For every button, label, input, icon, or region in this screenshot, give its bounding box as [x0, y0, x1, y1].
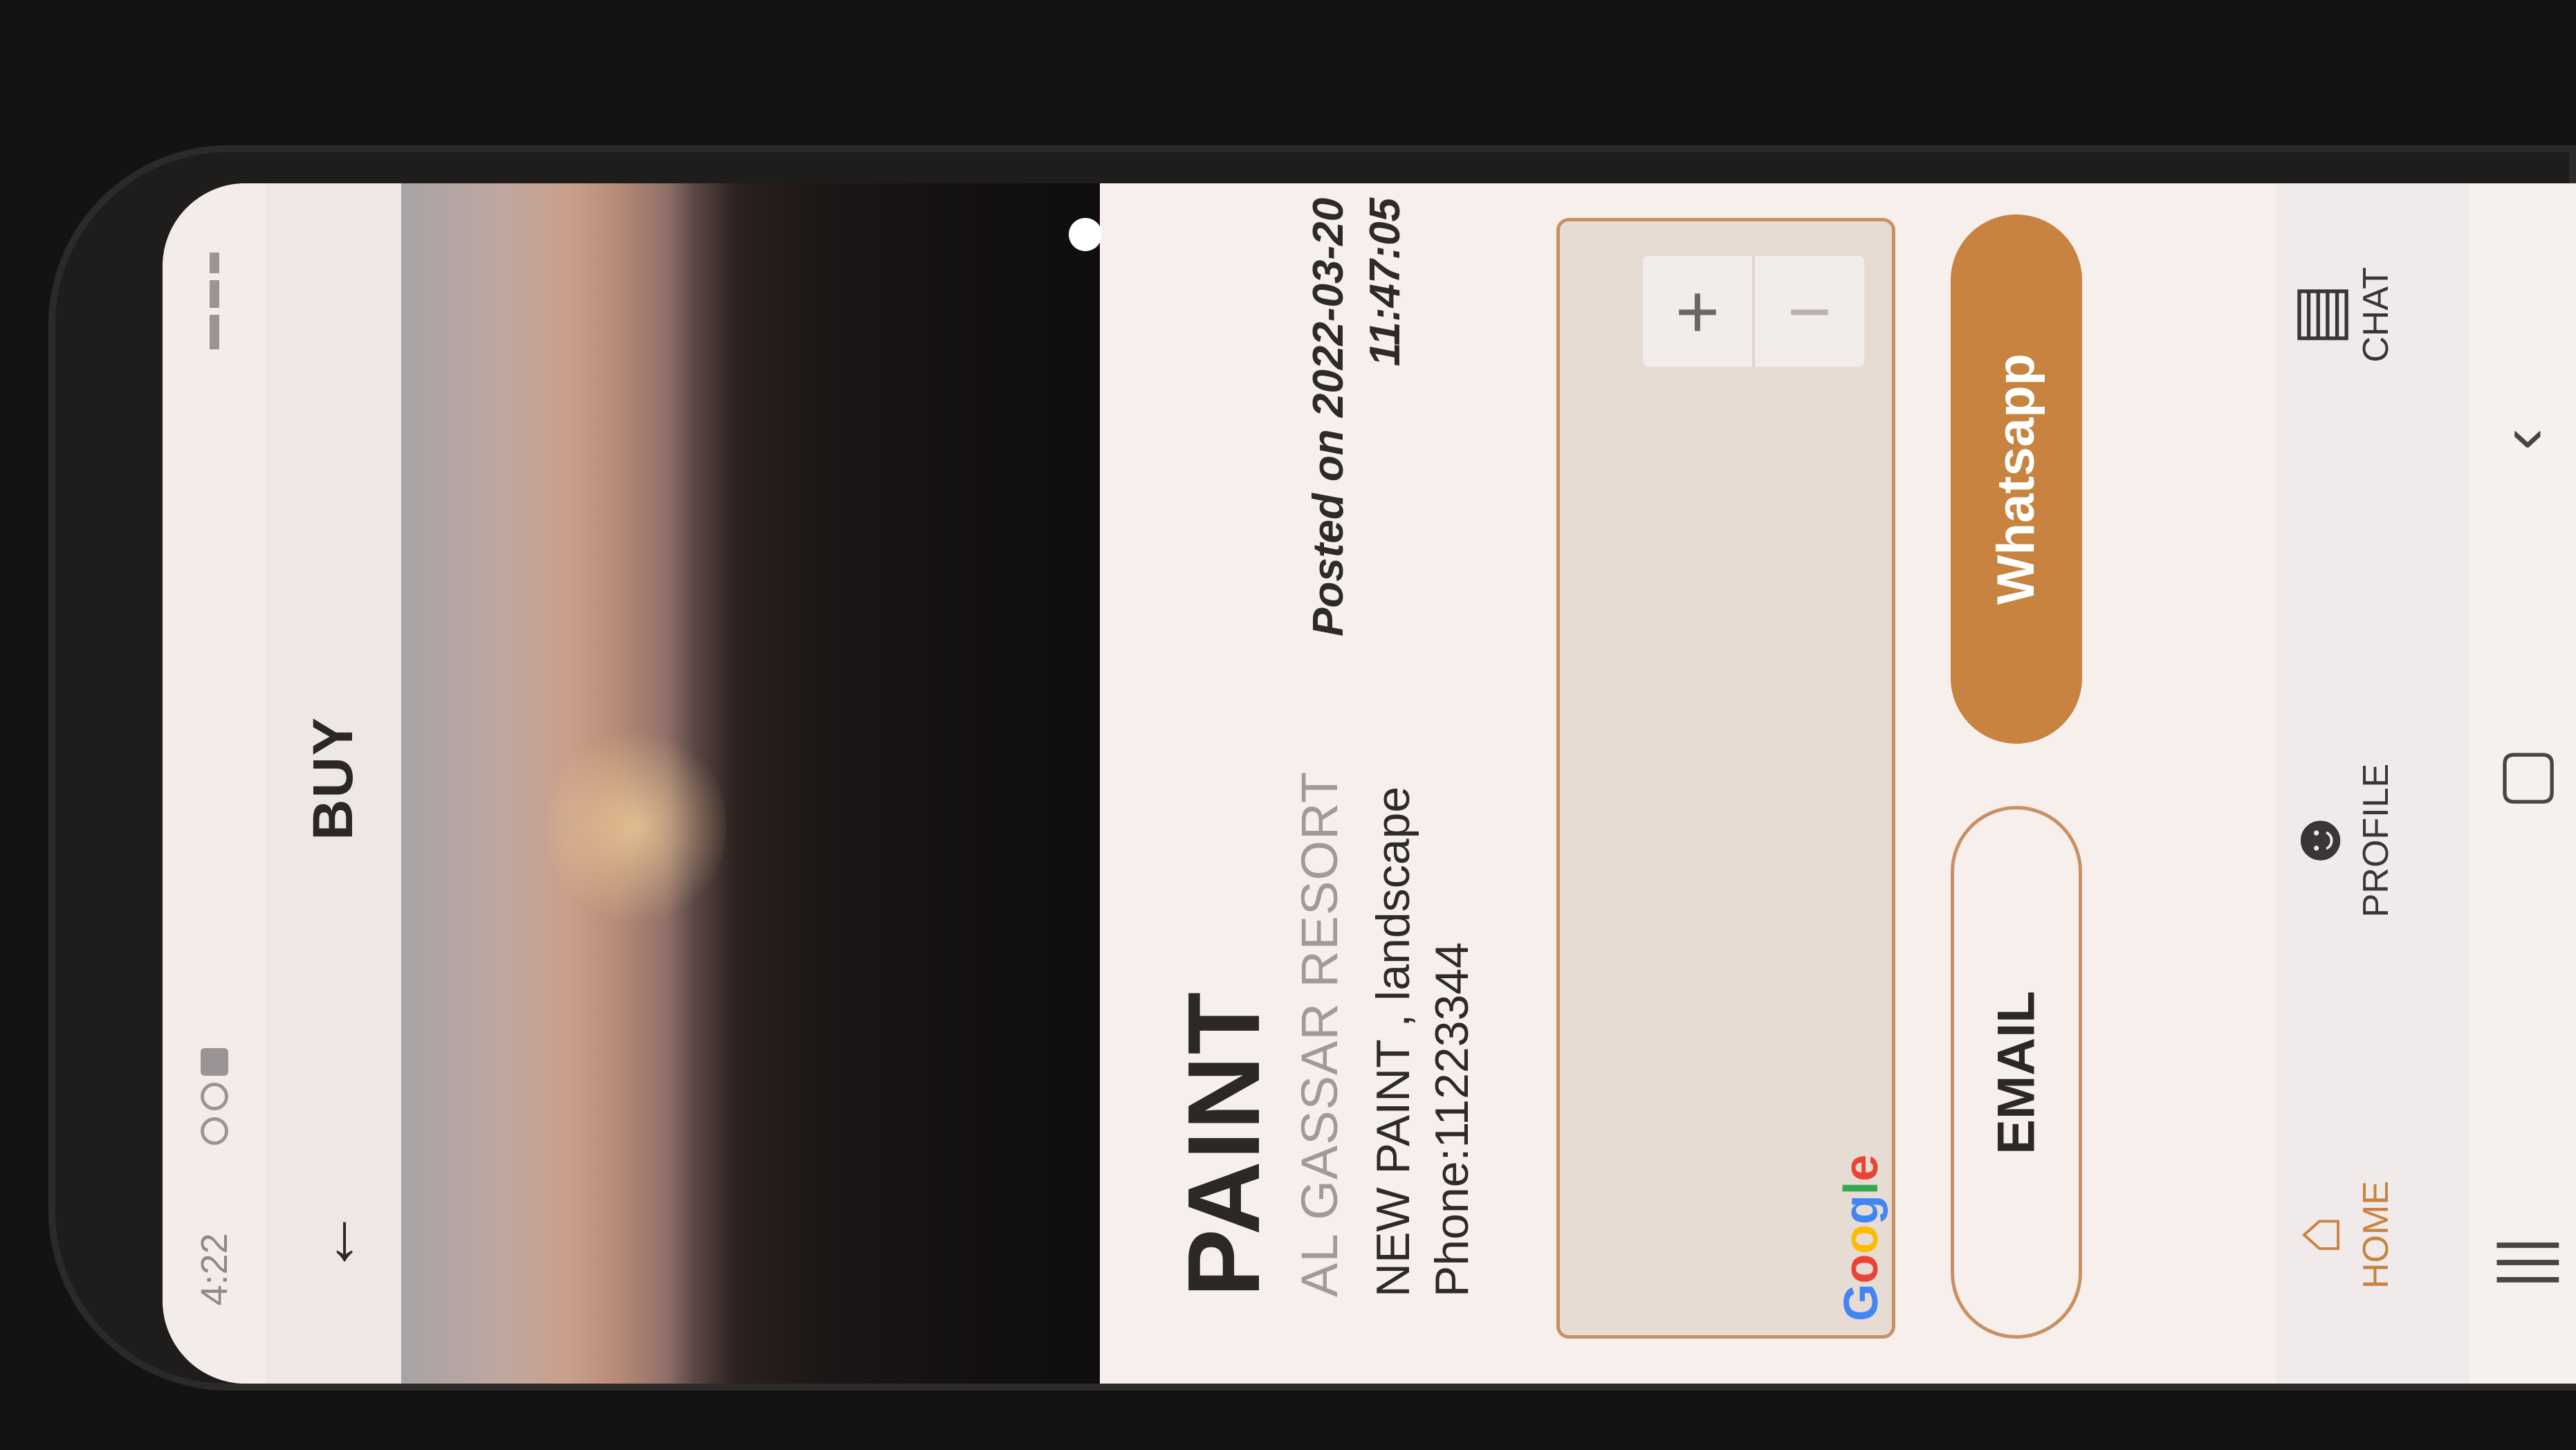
app-screen: 4:22 ← BUY PAINT AL GASSAR RESORT NEW PA…	[163, 183, 2576, 1384]
listing-title: PAINT	[1167, 990, 1281, 1297]
location-map[interactable]: + − Google	[1556, 218, 1895, 1339]
whatsapp-button-label: Whatsapp	[1987, 353, 2046, 605]
notification-icon	[201, 1117, 228, 1145]
nav-profile[interactable]: ☻ PROFILE	[2276, 709, 2469, 972]
pager-dot	[1069, 218, 1102, 251]
nav-home[interactable]: ⌂ HOME	[2276, 1103, 2469, 1366]
email-button-label: EMAIL	[1987, 990, 2046, 1155]
nav-chat-label: CHAT	[2356, 267, 2396, 362]
map-zoom-controls: + −	[1643, 256, 1864, 367]
google-logo: Google	[1834, 1154, 1888, 1321]
nav-profile-label: PROFILE	[2356, 763, 2396, 918]
listing-location: AL GASSAR RESORT	[1291, 771, 1348, 1297]
status-bar: 4:22	[163, 183, 266, 1384]
system-navigation: ||| ▢ ‹	[2469, 183, 2576, 1384]
signal-battery-icons	[194, 246, 235, 425]
posted-date: Posted on 2022-03-20 11:47:05	[1300, 198, 1414, 636]
listing-phone: Phone:11223344	[1426, 942, 1478, 1297]
page-title: BUY	[302, 716, 365, 841]
mail-icon	[201, 1048, 228, 1076]
notification-icon	[201, 1083, 228, 1110]
back-arrow-icon[interactable]: ←	[295, 1209, 371, 1275]
status-time: 4:22	[194, 1233, 235, 1306]
nav-home-label: HOME	[2356, 1181, 2396, 1289]
photo-sun	[546, 723, 726, 930]
email-button[interactable]: EMAIL	[1951, 806, 2082, 1339]
app-bar: ← BUY	[266, 183, 401, 1384]
listing-details: PAINT AL GASSAR RESORT NEW PAINT , lands…	[1100, 183, 2276, 1384]
whatsapp-button[interactable]: Whatsapp	[1951, 214, 2082, 744]
posted-time-line: 11:47:05	[1361, 197, 1409, 367]
listing-description: NEW PAINT , landscape	[1367, 786, 1419, 1297]
profile-icon: ☻	[2280, 805, 2354, 876]
chat-icon: ▤	[2281, 283, 2355, 347]
recent-apps-icon[interactable]: |||	[2485, 1237, 2561, 1289]
home-icon: ⌂	[2280, 1215, 2354, 1255]
zoom-out-button[interactable]: −	[1752, 256, 1864, 367]
bottom-navigation: ⌂ HOME ☻ PROFILE ▤ CHAT	[2276, 183, 2469, 1384]
home-circle-icon[interactable]: ▢	[2484, 747, 2561, 810]
posted-date-line: Posted on 2022-03-20	[1305, 197, 1352, 636]
nav-chat[interactable]: ▤ CHAT	[2276, 183, 2469, 446]
zoom-in-button[interactable]: +	[1643, 256, 1752, 367]
listing-photo[interactable]	[401, 183, 1102, 1384]
system-back-icon[interactable]: ‹	[2485, 428, 2561, 450]
